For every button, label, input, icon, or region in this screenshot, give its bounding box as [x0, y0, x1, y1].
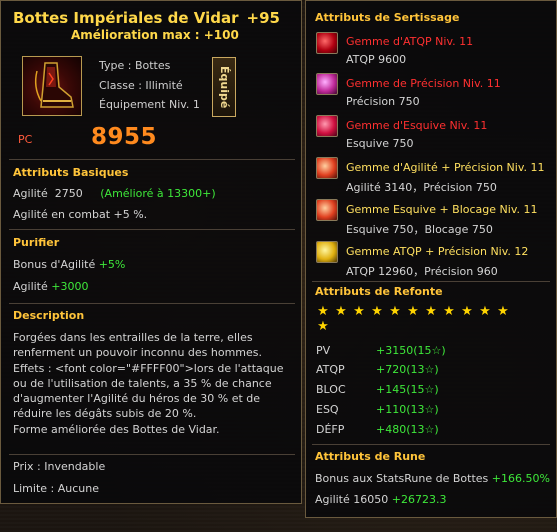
divider	[9, 159, 295, 160]
item-class: Classe : Illimité	[99, 79, 183, 92]
divider	[312, 444, 550, 445]
stat-value: +720(13☆)	[376, 363, 439, 376]
rune-bonus-label: Bonus aux StatsRune de Bottes	[315, 472, 489, 485]
divider	[9, 454, 295, 455]
item-type: Type : Bottes	[99, 59, 171, 72]
gem-value: ATQP 9600	[346, 53, 407, 66]
gem-name: Gemme ATQP + Précision Niv. 12	[346, 245, 529, 258]
gem-name: Gemme de Précision Niv. 11	[346, 77, 501, 90]
star-icon: ★	[389, 304, 401, 319]
item-tooltip-panel: Bottes Impériales de Vidar +95 Améliorati…	[0, 0, 302, 504]
combat-agility: Agilité en combat +5 %.	[13, 208, 148, 221]
star-icon: ★	[317, 304, 329, 319]
stat-value: +145(15☆)	[376, 383, 439, 396]
rune-title: Attributs de Rune	[315, 450, 426, 463]
star-icon: ★	[353, 304, 365, 319]
description-body: Forgées dans les entrailles de la terre,…	[13, 330, 293, 437]
stat-label: ATQP	[316, 363, 345, 376]
purify-agility-line: Agilité +3000	[13, 280, 88, 293]
limit: Limite : Aucune	[13, 482, 99, 495]
description-title: Description	[13, 309, 85, 322]
item-title: Bottes Impériales de Vidar +95	[13, 9, 280, 27]
star-icon: ★	[371, 304, 383, 319]
star-icon: ★	[425, 304, 437, 319]
description-text: Forgées dans les entrailles de la terre,…	[13, 331, 284, 421]
item-enhance: +95	[246, 9, 280, 27]
refonte-stars: ★ ★ ★ ★ ★ ★ ★ ★ ★ ★ ★★	[314, 304, 514, 334]
divider	[9, 229, 295, 230]
basic-agility-line: Agilité 2750 (Amélioré à 13300+)	[13, 187, 216, 200]
rune-bonus-value: +166.50%	[491, 472, 550, 485]
rune-agility-label: Agilité 16050	[315, 493, 389, 506]
stat-label: DÉFP	[316, 423, 345, 436]
gem-value: Précision 750	[346, 95, 420, 108]
purify-agility-value: +3000	[51, 280, 89, 293]
star-icon: ★	[317, 319, 329, 334]
star-icon: ★	[479, 304, 491, 319]
item-attributes-panel: Attributs de Sertissage Gemme d'ATQP Niv…	[305, 0, 557, 518]
gem-name: Gemme d'Esquive Niv. 11	[346, 119, 488, 132]
atqp-gem-icon	[316, 32, 338, 54]
item-equip-level: Équipement Niv. 1	[99, 98, 200, 111]
dodge-gem-icon	[316, 115, 338, 137]
refonte-title: Attributs de Refonte	[315, 285, 443, 298]
atqp-precision-gem-icon	[316, 241, 338, 263]
purify-bonus-label: Bonus d'Agilité	[13, 258, 96, 271]
gem-value: Esquive 750	[346, 137, 414, 150]
purify-bonus-line: Bonus d'Agilité +5%	[13, 258, 125, 271]
divider	[312, 281, 550, 282]
gem-value: Agilité 3140，Précision 750	[346, 181, 497, 194]
star-icon: ★	[443, 304, 455, 319]
stat-value: +3150(15☆)	[376, 344, 446, 357]
star-icon: ★	[461, 304, 473, 319]
agility-upgrade: (Amélioré à 13300+)	[100, 187, 216, 200]
max-enhance: Amélioration max : +100	[71, 28, 239, 42]
purify-agility-label: Agilité	[13, 280, 48, 293]
rune-agility-value: +26723.3	[391, 493, 447, 506]
gem-name: Gemme Esquive + Blocage Niv. 11	[346, 203, 538, 216]
star-icon: ★	[407, 304, 419, 319]
purify-title: Purifier	[13, 236, 60, 249]
agility-label: Agilité	[13, 187, 48, 200]
description-text-2: Forme améliorée des Bottes de Vidar.	[13, 422, 220, 436]
boots-icon	[22, 56, 82, 116]
rune-bonus-line: Bonus aux StatsRune de Bottes +166.50%	[315, 472, 550, 485]
precision-gem-icon	[316, 73, 338, 95]
gem-name: Gemme d'ATQP Niv. 11	[346, 35, 474, 48]
sockets-title: Attributs de Sertissage	[315, 11, 460, 24]
divider	[9, 303, 295, 304]
agility-precision-gem-icon	[316, 157, 338, 179]
dodge-block-gem-icon	[316, 199, 338, 221]
stat-label: ESQ	[316, 403, 339, 416]
price: Prix : Invendable	[13, 460, 106, 473]
gem-name: Gemme d'Agilité + Précision Niv. 11	[346, 161, 545, 174]
gem-value: Esquive 750，Blocage 750	[346, 223, 493, 236]
star-icon: ★	[497, 304, 509, 319]
basic-attributes-title: Attributs Basiques	[13, 166, 129, 179]
pc-value: 8955	[91, 124, 158, 150]
pc-label: PC	[18, 133, 33, 146]
stat-value: +110(13☆)	[376, 403, 439, 416]
stat-label: PV	[316, 344, 331, 357]
star-icon: ★	[335, 304, 347, 319]
stat-label: BLOC	[316, 383, 346, 396]
item-name: Bottes Impériales de Vidar	[13, 9, 239, 27]
gem-value: ATQP 12960，Précision 960	[346, 265, 498, 278]
equipped-button[interactable]: Équipé	[212, 57, 236, 117]
purify-bonus-value: +5%	[98, 258, 126, 271]
stat-value: +480(13☆)	[376, 423, 439, 436]
rune-agility-line: Agilité 16050 +26723.3	[315, 493, 446, 506]
agility-value: 2750	[54, 187, 83, 200]
